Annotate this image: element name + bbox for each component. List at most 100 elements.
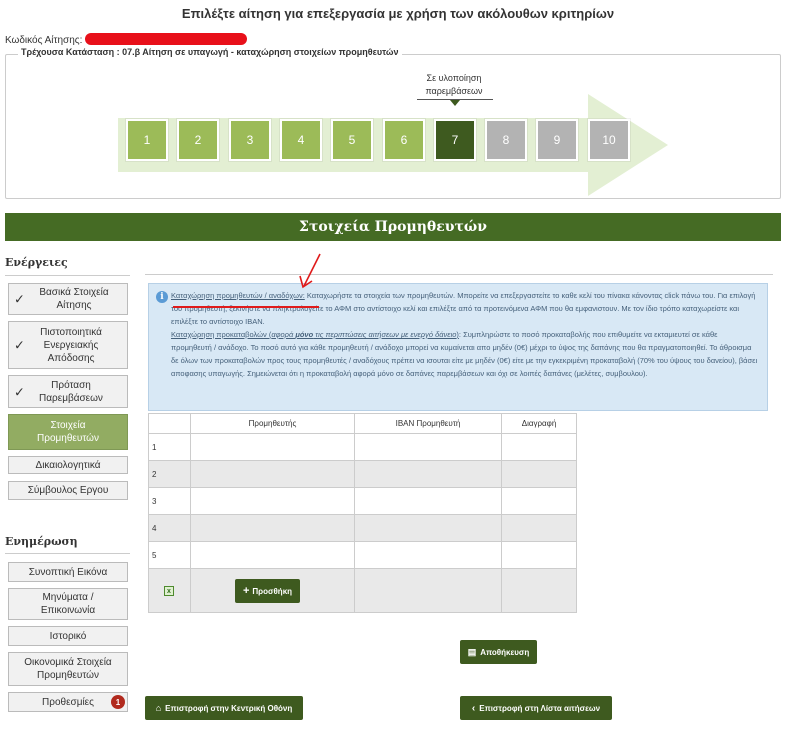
sidebar-item-basic-info[interactable]: ✓ Βασικά Στοιχεία Αίτησης bbox=[8, 283, 128, 315]
section-title: Στοιχεία Προμηθευτών bbox=[5, 213, 781, 241]
progress-step-4[interactable]: 4 bbox=[279, 118, 323, 162]
save-label: Αποθήκευση bbox=[480, 647, 530, 657]
deadlines-count-badge: 1 bbox=[111, 695, 125, 709]
footer-cell bbox=[501, 568, 577, 613]
row-number: 5 bbox=[148, 541, 191, 569]
advance-title-part: Καταχώρηση προκαταβολών ( bbox=[171, 330, 272, 339]
back-to-list-button[interactable]: ‹ Επιστροφή στη Λίστα αιτήσεων bbox=[460, 696, 612, 720]
delete-cell[interactable] bbox=[501, 487, 577, 515]
actions-divider bbox=[5, 275, 130, 276]
iban-cell[interactable] bbox=[354, 541, 502, 569]
home-icon: ⌂ bbox=[155, 703, 162, 713]
delete-cell[interactable] bbox=[501, 541, 577, 569]
table-header-row: Προμηθευτής IBAN Προμηθευτή Διαγραφή bbox=[148, 413, 577, 434]
table-row: 1 bbox=[148, 433, 577, 461]
info-divider bbox=[5, 553, 130, 554]
progress-step-2[interactable]: 2 bbox=[176, 118, 220, 162]
advance-title-part: αφορά bbox=[271, 330, 296, 339]
table-row: 3 bbox=[148, 487, 577, 515]
check-icon: ✓ bbox=[14, 337, 25, 353]
sidebar-item-deadlines[interactable]: Προθεσμίες 1 bbox=[8, 692, 128, 712]
sidebar-item-energy-certificates[interactable]: ✓ Πιστοποιητικά Ενεργειακής Απόδοσης bbox=[8, 321, 128, 369]
progress-step-6[interactable]: 6 bbox=[382, 118, 426, 162]
footer-cell bbox=[354, 568, 502, 613]
sidebar-item-documents[interactable]: Δικαιολογητικά bbox=[8, 456, 128, 474]
progress-step-1[interactable]: 1 bbox=[125, 118, 169, 162]
check-icon: ✓ bbox=[14, 384, 25, 399]
advance-instructions-title: Καταχώρηση προκαταβολών (αφορά μόνο τις … bbox=[171, 330, 459, 339]
back-to-list-label: Επιστροφή στη Λίστα αιτήσεων bbox=[479, 703, 601, 713]
delete-cell[interactable] bbox=[501, 433, 577, 461]
delete-cell[interactable] bbox=[501, 514, 577, 542]
sidebar-item-interventions[interactable]: ✓ Πρόταση Παρεμβάσεων bbox=[8, 375, 128, 408]
advance-title-part: τις περιπτώσεις αιτήσεων με ενεργό δάνει… bbox=[313, 330, 457, 339]
tooltip-pointer-icon bbox=[450, 100, 460, 106]
table-footer-row bbox=[148, 568, 577, 613]
supplier-cell[interactable] bbox=[190, 487, 355, 515]
sidebar-item-history[interactable]: Ιστορικό bbox=[8, 626, 128, 646]
sidebar-item-label: Πιστοποιητικά Ενεργειακής Απόδοσης bbox=[40, 326, 102, 364]
sidebar-item-label: Δικαιολογητικά bbox=[35, 459, 101, 471]
sidebar-item-label: Σύμβουλος Εργου bbox=[27, 485, 109, 496]
advance-instructions: Καταχώρηση προκαταβολών (αφορά μόνο τις … bbox=[171, 328, 759, 380]
sidebar-item-label: Στοιχεία Προμηθευτών bbox=[37, 420, 99, 444]
suppliers-table: Προμηθευτής IBAN Προμηθευτή Διαγραφή 1 2… bbox=[148, 413, 577, 613]
supplier-cell[interactable] bbox=[190, 514, 355, 542]
supplier-cell[interactable] bbox=[190, 541, 355, 569]
application-code-label: Κωδικός Αίτησης: bbox=[5, 35, 83, 46]
column-header-supplier: Προμηθευτής bbox=[190, 413, 355, 434]
content-divider bbox=[145, 274, 773, 275]
annotation-arrow-icon bbox=[299, 253, 321, 289]
save-icon: ▤ bbox=[467, 646, 477, 657]
chevron-left-icon: ‹ bbox=[471, 702, 476, 714]
add-supplier-label: Προσθήκη bbox=[252, 586, 293, 596]
progress-step-8[interactable]: 8 bbox=[484, 118, 528, 162]
info-heading: Ενημέρωση bbox=[5, 535, 78, 548]
sidebar-item-suppliers[interactable]: Στοιχεία Προμηθευτών bbox=[8, 414, 128, 450]
progress-step-10[interactable]: 10 bbox=[587, 118, 631, 162]
back-to-home-label: Επιστροφή στην Κεντρική Οθόνη bbox=[165, 703, 293, 713]
sidebar-item-messages[interactable]: Μηνύματα / Επικοινωνία bbox=[8, 588, 128, 620]
save-button[interactable]: ▤ Αποθήκευση bbox=[460, 640, 537, 664]
instructions-panel: Καταχώρηση προμηθευτών / αναδόχων: Καταχ… bbox=[148, 283, 768, 411]
sidebar-item-project-consultant[interactable]: Σύμβουλος Εργου bbox=[8, 481, 128, 500]
progress-step-5[interactable]: 5 bbox=[330, 118, 374, 162]
supplier-instructions: Καταχώρηση προμηθευτών / αναδόχων: Καταχ… bbox=[171, 289, 759, 328]
sidebar-item-label: Οικονομικά Στοιχεία Προμηθευτών bbox=[24, 657, 112, 681]
sidebar-item-label: Μηνύματα / Επικοινωνία bbox=[40, 592, 96, 616]
sidebar-item-supplier-financials[interactable]: Οικονομικά Στοιχεία Προμηθευτών bbox=[8, 652, 128, 686]
table-row: 5 bbox=[148, 541, 577, 569]
page-title: Επιλέξτε αίτηση για επεξεργασία με χρήση… bbox=[181, 6, 615, 21]
advance-title-emphasis: μόνο bbox=[295, 330, 314, 339]
current-status-text: Τρέχουσα Κατάσταση : 07.β Αίτηση σε υπαγ… bbox=[18, 47, 402, 57]
sidebar-item-label: Προθεσμίες bbox=[42, 696, 94, 708]
annotation-underline bbox=[173, 306, 319, 308]
delete-cell[interactable] bbox=[501, 460, 577, 488]
progress-step-7[interactable]: 7 bbox=[433, 118, 477, 162]
supplier-cell[interactable] bbox=[190, 460, 355, 488]
iban-cell[interactable] bbox=[354, 487, 502, 515]
sidebar-item-label: Ιστορικό bbox=[49, 630, 87, 642]
row-number: 3 bbox=[148, 487, 191, 515]
add-supplier-button[interactable]: + Προσθήκη bbox=[235, 579, 300, 603]
progress-step-3[interactable]: 3 bbox=[228, 118, 272, 162]
info-icon: i bbox=[156, 291, 168, 303]
iban-cell[interactable] bbox=[354, 433, 502, 461]
sidebar-item-label: Συνοπτική Εικόνα bbox=[28, 566, 108, 578]
row-number: 4 bbox=[148, 514, 191, 542]
table-row: 4 bbox=[148, 514, 577, 542]
iban-cell[interactable] bbox=[354, 514, 502, 542]
supplier-instructions-title: Καταχώρηση προμηθευτών / αναδόχων: bbox=[171, 291, 305, 300]
supplier-cell[interactable] bbox=[190, 433, 355, 461]
progress-step-9[interactable]: 9 bbox=[535, 118, 579, 162]
back-to-home-button[interactable]: ⌂ Επιστροφή στην Κεντρική Οθόνη bbox=[145, 696, 303, 720]
sidebar-item-summary[interactable]: Συνοπτική Εικόνα bbox=[8, 562, 128, 582]
export-excel-icon[interactable]: x bbox=[164, 586, 174, 596]
iban-cell[interactable] bbox=[354, 460, 502, 488]
column-header-delete: Διαγραφή bbox=[501, 413, 577, 434]
table-row: 2 bbox=[148, 460, 577, 488]
actions-heading: Ενέργειες bbox=[5, 256, 68, 269]
check-icon: ✓ bbox=[14, 291, 25, 307]
sidebar-item-label: Βασικά Στοιχεία Αίτησης bbox=[39, 287, 109, 311]
column-header-index bbox=[148, 413, 191, 434]
